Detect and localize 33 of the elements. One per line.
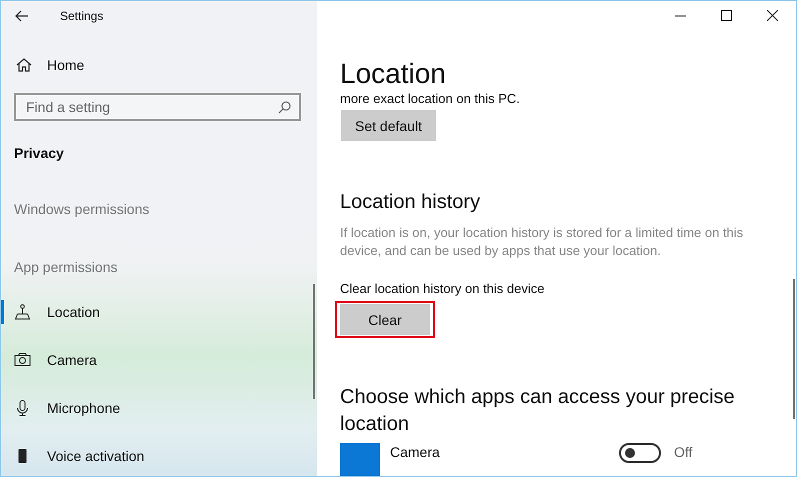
- section-heading: App permissions: [14, 259, 118, 275]
- section-heading: Location history: [340, 191, 480, 214]
- back-icon[interactable]: [15, 10, 29, 22]
- window-title: Settings: [60, 9, 104, 23]
- page-title: Location: [340, 57, 446, 91]
- app-icon: [340, 443, 380, 476]
- camera-icon: [14, 353, 31, 367]
- maximize-icon[interactable]: [721, 10, 732, 21]
- section-heading: Choose which apps can access your precise location: [340, 385, 736, 437]
- nav-item[interactable]: Microphone: [1, 384, 128, 432]
- set-default-button[interactable]: Set default: [341, 110, 436, 141]
- map-pin-icon: [14, 304, 31, 320]
- section-heading: Windows permissions: [14, 201, 150, 217]
- home-icon: [16, 58, 32, 72]
- nav-item[interactable]: Location: [1, 288, 108, 336]
- close-icon[interactable]: [767, 10, 778, 21]
- description-text: If location is on, your location history is stored for a limited time on this device, and can be used by apps that use your location.: [340, 224, 744, 260]
- search-icon: [278, 101, 291, 114]
- microphone-icon: [14, 400, 31, 416]
- home-link[interactable]: Home: [16, 57, 84, 73]
- toggle-switch[interactable]: [619, 443, 661, 463]
- clear-button[interactable]: Clear: [340, 304, 430, 335]
- minimize-icon[interactable]: [675, 14, 686, 16]
- setting-label: Clear location history on this device: [340, 281, 544, 296]
- description-text: more exact location on this PC.: [340, 91, 520, 106]
- nav-item[interactable]: Camera: [1, 336, 105, 384]
- category-heading: Privacy: [14, 145, 64, 161]
- scrollbar[interactable]: [313, 284, 315, 399]
- search-field[interactable]: Find a setting: [14, 93, 301, 121]
- scrollbar[interactable]: [793, 279, 795, 419]
- app-name: Camera: [390, 444, 441, 460]
- nav-item[interactable]: Voice activation: [1, 432, 152, 476]
- toggle-state: Off: [674, 444, 692, 460]
